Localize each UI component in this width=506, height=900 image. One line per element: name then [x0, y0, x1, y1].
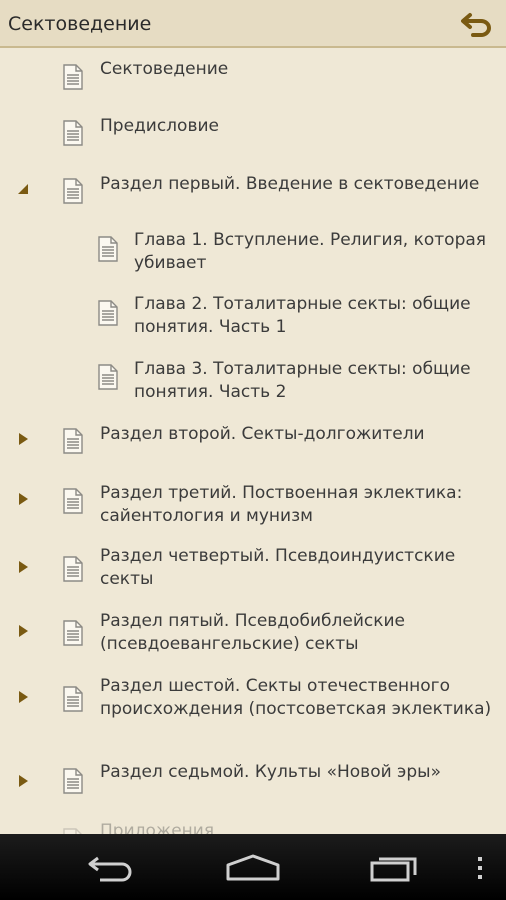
recent-apps-icon	[370, 857, 417, 882]
toc-item[interactable]: Раздел третий. Поствоенная эклектика: са…	[0, 472, 506, 540]
nav-home-button[interactable]	[213, 848, 293, 888]
collapsed-arrow-icon[interactable]	[14, 430, 32, 448]
collapsed-arrow-icon[interactable]	[14, 772, 32, 790]
toc-item-label: Раздел пятый. Псевдобиблейские (псевдоев…	[100, 611, 405, 654]
document-icon	[62, 178, 84, 204]
toc-item-label: Глава 1. Вступление. Религия, которая уб…	[134, 230, 487, 273]
toc-item-label: Предисловие	[100, 116, 219, 136]
toc-item[interactable]: Раздел второй. Секты-долгожители	[0, 412, 506, 472]
document-icon	[62, 488, 84, 514]
toc-item[interactable]: Приложения	[0, 816, 506, 834]
toc-item-label: Глава 3. Тоталитарные секты: общие понят…	[134, 359, 471, 402]
document-icon	[62, 428, 84, 454]
action-bar: Сектоведение	[0, 0, 506, 48]
document-icon	[97, 300, 119, 326]
toc-list: Сектоведение Предисловие Раздел первый. …	[0, 48, 506, 834]
toc-item[interactable]: Раздел первый. Введение в сектоведение	[0, 164, 506, 222]
toc-item[interactable]: Предисловие	[0, 106, 506, 164]
nav-recent-apps-button[interactable]	[354, 848, 434, 888]
document-icon	[62, 620, 84, 646]
toc-item[interactable]: Раздел шестой. Секты отечественного прои…	[0, 670, 506, 758]
document-icon	[97, 364, 119, 390]
page-title: Сектоведение	[8, 13, 152, 35]
undo-arrow-icon	[461, 13, 491, 37]
system-navigation-bar	[0, 834, 506, 900]
toc-item[interactable]: Глава 2. Тоталитарные секты: общие понят…	[0, 284, 506, 348]
expanded-arrow-icon[interactable]	[14, 180, 32, 198]
toc-item-label: Сектоведение	[100, 59, 229, 79]
document-icon	[62, 120, 84, 146]
collapsed-arrow-icon[interactable]	[14, 688, 32, 706]
document-icon	[62, 64, 84, 90]
nav-back-button[interactable]	[72, 848, 152, 888]
toc-item-label: Глава 2. Тоталитарные секты: общие понят…	[134, 294, 471, 337]
back-arrow-icon	[88, 856, 132, 882]
document-icon	[62, 686, 84, 712]
back-button[interactable]	[458, 6, 498, 42]
collapsed-arrow-icon[interactable]	[14, 622, 32, 640]
toc-item-label: Раздел первый. Введение в сектоведение	[100, 174, 480, 194]
collapsed-arrow-icon[interactable]	[14, 490, 32, 508]
overflow-menu-icon	[478, 857, 482, 879]
toc-item-label: Раздел второй. Секты-долгожители	[100, 424, 425, 444]
nav-menu-button[interactable]	[460, 848, 500, 888]
toc-item[interactable]: Раздел пятый. Псевдобиблейские (псевдоев…	[0, 604, 506, 670]
toc-item[interactable]: Глава 3. Тоталитарные секты: общие понят…	[0, 348, 506, 412]
toc-item-label: Приложения	[100, 821, 215, 834]
collapsed-arrow-icon[interactable]	[14, 558, 32, 576]
toc-item[interactable]: Сектоведение	[0, 48, 506, 106]
home-icon	[226, 854, 280, 881]
toc-item-label: Раздел четвертый. Псевдоиндуистские сект…	[100, 546, 456, 589]
toc-item-label: Раздел третий. Поствоенная эклектика: са…	[100, 483, 463, 526]
toc-item[interactable]: Раздел четвертый. Псевдоиндуистские сект…	[0, 540, 506, 604]
toc-item-label: Раздел седьмой. Культы «Новой эры»	[100, 762, 441, 782]
toc-item[interactable]: Раздел седьмой. Культы «Новой эры»	[0, 758, 506, 816]
toc-item-label: Раздел шестой. Секты отечественного прои…	[100, 676, 492, 719]
toc-item[interactable]: Глава 1. Вступление. Религия, которая уб…	[0, 222, 506, 284]
document-icon	[97, 236, 119, 262]
document-icon	[62, 768, 84, 794]
document-icon	[62, 556, 84, 582]
